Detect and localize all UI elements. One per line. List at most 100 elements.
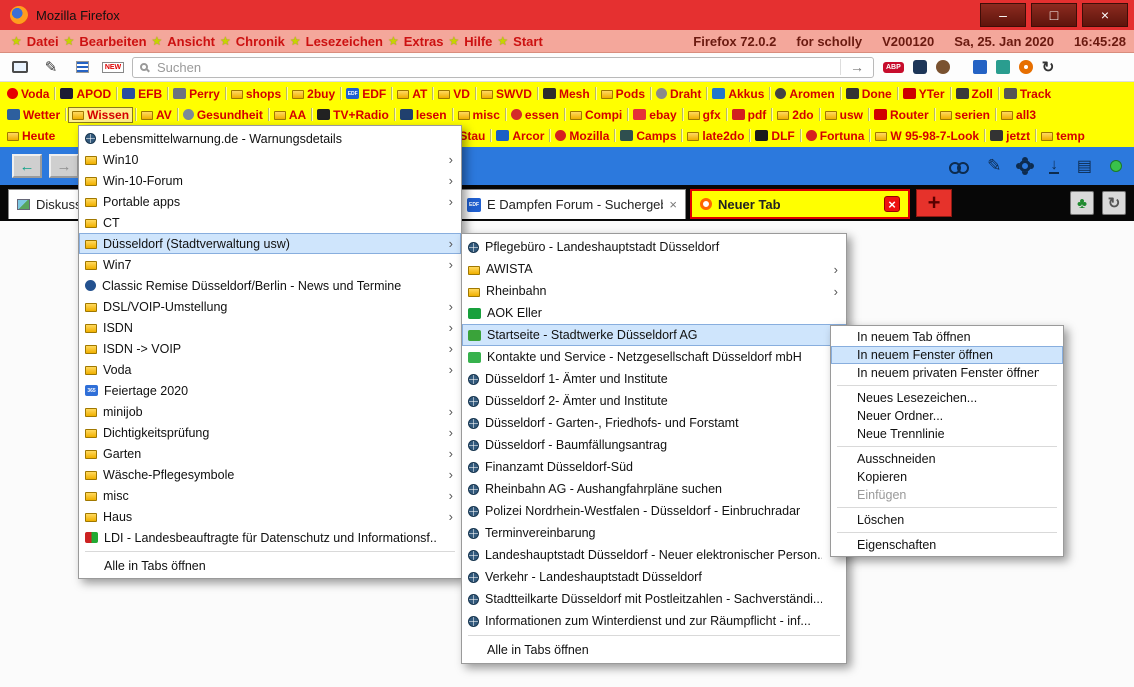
menubar-item-datei[interactable]: Datei [27,34,59,49]
bookmark-fortuna[interactable]: Fortuna [803,129,868,143]
submenu-item-düsseldorf-garten-friedhofs-und-forstamt[interactable]: Düsseldorf - Garten-, Friedhofs- und For… [462,412,846,434]
edit-pencil-icon[interactable] [987,156,1001,176]
back-button[interactable]: ← [12,154,42,178]
submenu-item-rheinbahn[interactable]: Rheinbahn› [462,280,846,302]
tab-edampfen-forum[interactable]: EDF E Dampfen Forum - Suchergeb × [458,189,686,219]
wissen-menu-item-ldi-landesbeauftragte-für-datenschutz-und-[interactable]: LDI - Landesbeauftragte für Datenschutz … [79,527,461,548]
menubar-item-start[interactable]: Start [513,34,543,49]
maximize-button[interactable]: □ [1031,3,1077,27]
screenshot-tool-button[interactable] [8,56,32,78]
bookmark-yter[interactable]: YTer [900,87,948,101]
bookmark-track[interactable]: Track [1001,87,1054,101]
bookmark-heute[interactable]: Heute [4,129,58,143]
submenu-item-aok-eller[interactable]: AOK Eller [462,302,846,324]
submenu-item-informationen-zum-winterdienst-und-zur-räu[interactable]: Informationen zum Winterdienst und zur R… [462,610,846,632]
wissen-menu-item-isdn-voip[interactable]: ISDN -> VOIP› [79,338,461,359]
bookmark-apod[interactable]: APOD [57,87,114,101]
session-manager-icon[interactable] [973,60,987,74]
reader-glasses-icon[interactable] [949,162,969,171]
greasemonkey-icon[interactable] [936,60,950,74]
bookmark-2buy[interactable]: 2buy [289,87,338,101]
context-item-kopieren[interactable]: Kopieren [831,468,1063,486]
submenu-item-awista[interactable]: AWISTA› [462,258,846,280]
wissen-menu-item-misc[interactable]: misc› [79,485,461,506]
bookmark-temp[interactable]: temp [1038,129,1088,143]
bookmark-akkus[interactable]: Akkus [709,87,767,101]
minimize-button[interactable]: – [980,3,1026,27]
wissen-menu-item-minijob[interactable]: minijob› [79,401,461,422]
search-go-button[interactable]: → [840,59,866,75]
bookmark-at[interactable]: AT [394,87,430,101]
menubar-item-lesezeichen[interactable]: Lesezeichen [306,34,383,49]
wissen-menu-item-feiertage-2020[interactable]: 365Feiertage 2020 [79,380,461,401]
wissen-menu-item-alle-in-tabs-öffnen[interactable]: Alle in Tabs öffnen [79,555,461,576]
tab-close-icon[interactable]: × [669,197,677,212]
context-item-in-neuem-fenster-öffnen[interactable]: In neuem Fenster öffnen [831,346,1063,364]
adblock-plus-icon[interactable]: ABP [883,62,904,73]
forward-button[interactable]: → [49,154,79,178]
submenu-item-finanzamt-düsseldorf-süd[interactable]: Finanzamt Düsseldorf-Süd [462,456,846,478]
bookmark-router[interactable]: Router [871,108,932,122]
bookmark-compi[interactable]: Compi [567,108,625,122]
wissen-menu-item-portable-apps[interactable]: Portable apps› [79,191,461,212]
bookmark-w-95-98-7-look[interactable]: W 95-98-7-Look [872,129,982,143]
submenu-item-alle-in-tabs-öffnen[interactable]: Alle in Tabs öffnen [462,639,846,661]
rss-icon[interactable] [1019,60,1033,74]
submenu-item-düsseldorf-baumfällungsantrag[interactable]: Düsseldorf - Baumfällungsantrag [462,434,846,456]
settings-gear-icon[interactable] [1019,160,1031,172]
submenu-item-düsseldorf-1-ämter-und-institute[interactable]: Düsseldorf 1- Ämter und Institute [462,368,846,390]
bookmark-voda[interactable]: Voda [4,87,52,101]
new-tab-button[interactable]: + [916,189,952,217]
download-icon[interactable]: ↓ [1049,158,1059,174]
wissen-menu-item-classic-remise-düsseldorf-berlin-news-und-[interactable]: Classic Remise Düsseldorf/Berlin - News … [79,275,461,296]
bookmark-wetter[interactable]: Wetter [4,108,63,122]
context-item-neuer-ordner[interactable]: Neuer Ordner... [831,407,1063,425]
wissen-menu-item-voda[interactable]: Voda› [79,359,461,380]
submenu-item-landeshauptstadt-düsseldorf-neuer-elektron[interactable]: Landeshauptstadt Düsseldorf - Neuer elek… [462,544,846,566]
wissen-menu-item-win10[interactable]: Win10› [79,149,461,170]
restart-icon[interactable] [1042,58,1055,77]
context-item-neues-lesezeichen[interactable]: Neues Lesezeichen... [831,389,1063,407]
wissen-menu-item-lebensmittelwarnung-de-warnungsdetails[interactable]: Lebensmittelwarnung.de - Warnungsdetails [79,128,461,149]
bookmark-mesh[interactable]: Mesh [540,87,593,101]
bookmark-vd[interactable]: VD [435,87,473,101]
list-button[interactable] [70,56,94,78]
bookmark-tv-radio[interactable]: TV+Radio [314,108,392,122]
bookmark-zoll[interactable]: Zoll [953,87,996,101]
submenu-item-rheinbahn-ag-aushangfahrpläne-suchen[interactable]: Rheinbahn AG - Aushangfahrpläne suchen [462,478,846,500]
tab-neuer-tab[interactable]: Neuer Tab × [690,189,910,219]
bookmark-ebay[interactable]: ebay [630,108,679,122]
submenu-item-pflegebüro-landeshauptstadt-düsseldorf[interactable]: Pflegebüro - Landeshauptstadt Düsseldorf [462,236,846,258]
bookmark-gfx[interactable]: gfx [685,108,724,122]
library-icon[interactable] [1077,156,1092,176]
submenu-item-polizei-nordrhein-westfalen-düsseldorf-ein[interactable]: Polizei Nordrhein-Westfalen - Düsseldorf… [462,500,846,522]
bookmark-aa[interactable]: AA [271,108,309,122]
menubar-item-extras[interactable]: Extras [404,34,444,49]
wissen-menu-item-dsl-voip-umstellung[interactable]: DSL/VOIP-Umstellung› [79,296,461,317]
compose-button[interactable] [39,56,63,78]
bookmark-usw[interactable]: usw [822,108,866,122]
bookmark-shops[interactable]: shops [228,87,284,101]
computer-icon[interactable] [996,60,1010,74]
bookmark-draht[interactable]: Draht [653,87,704,101]
tab-close-icon[interactable]: × [884,196,900,212]
context-item-in-neuem-privaten-fenster-öffnen[interactable]: In neuem privaten Fenster öffnen [831,364,1063,382]
wissen-menu-item-win7[interactable]: Win7› [79,254,461,275]
menubar-item-hilfe[interactable]: Hilfe [464,34,492,49]
context-item-einfügen[interactable]: Einfügen [831,486,1063,504]
submenu-item-kontakte-und-service-netzgesellschaft-düss[interactable]: Kontakte und Service - Netzgesellschaft … [462,346,846,368]
extension-leaf-icon[interactable] [1070,191,1094,215]
ghostery-icon[interactable] [913,60,927,74]
bookmark-misc[interactable]: misc [455,108,503,122]
wissen-menu-item-dichtigkeitsprüfung[interactable]: Dichtigkeitsprüfung› [79,422,461,443]
bookmark-serien[interactable]: serien [937,108,993,122]
menubar-item-bearbeiten[interactable]: Bearbeiten [79,34,146,49]
bookmark-2do[interactable]: 2do [774,108,816,122]
bookmark-mozilla[interactable]: Mozilla [552,129,612,143]
context-item-löschen[interactable]: Löschen [831,511,1063,529]
reload-tabs-icon[interactable] [1102,191,1126,215]
bookmark-aromen[interactable]: Aromen [772,87,837,101]
submenu-item-startseite-stadtwerke-düsseldorf-ag[interactable]: Startseite - Stadtwerke Düsseldorf AG [462,324,846,346]
wissen-menu-item-win-10-forum[interactable]: Win-10-Forum› [79,170,461,191]
bookmark-gesundheit[interactable]: Gesundheit [180,108,266,122]
